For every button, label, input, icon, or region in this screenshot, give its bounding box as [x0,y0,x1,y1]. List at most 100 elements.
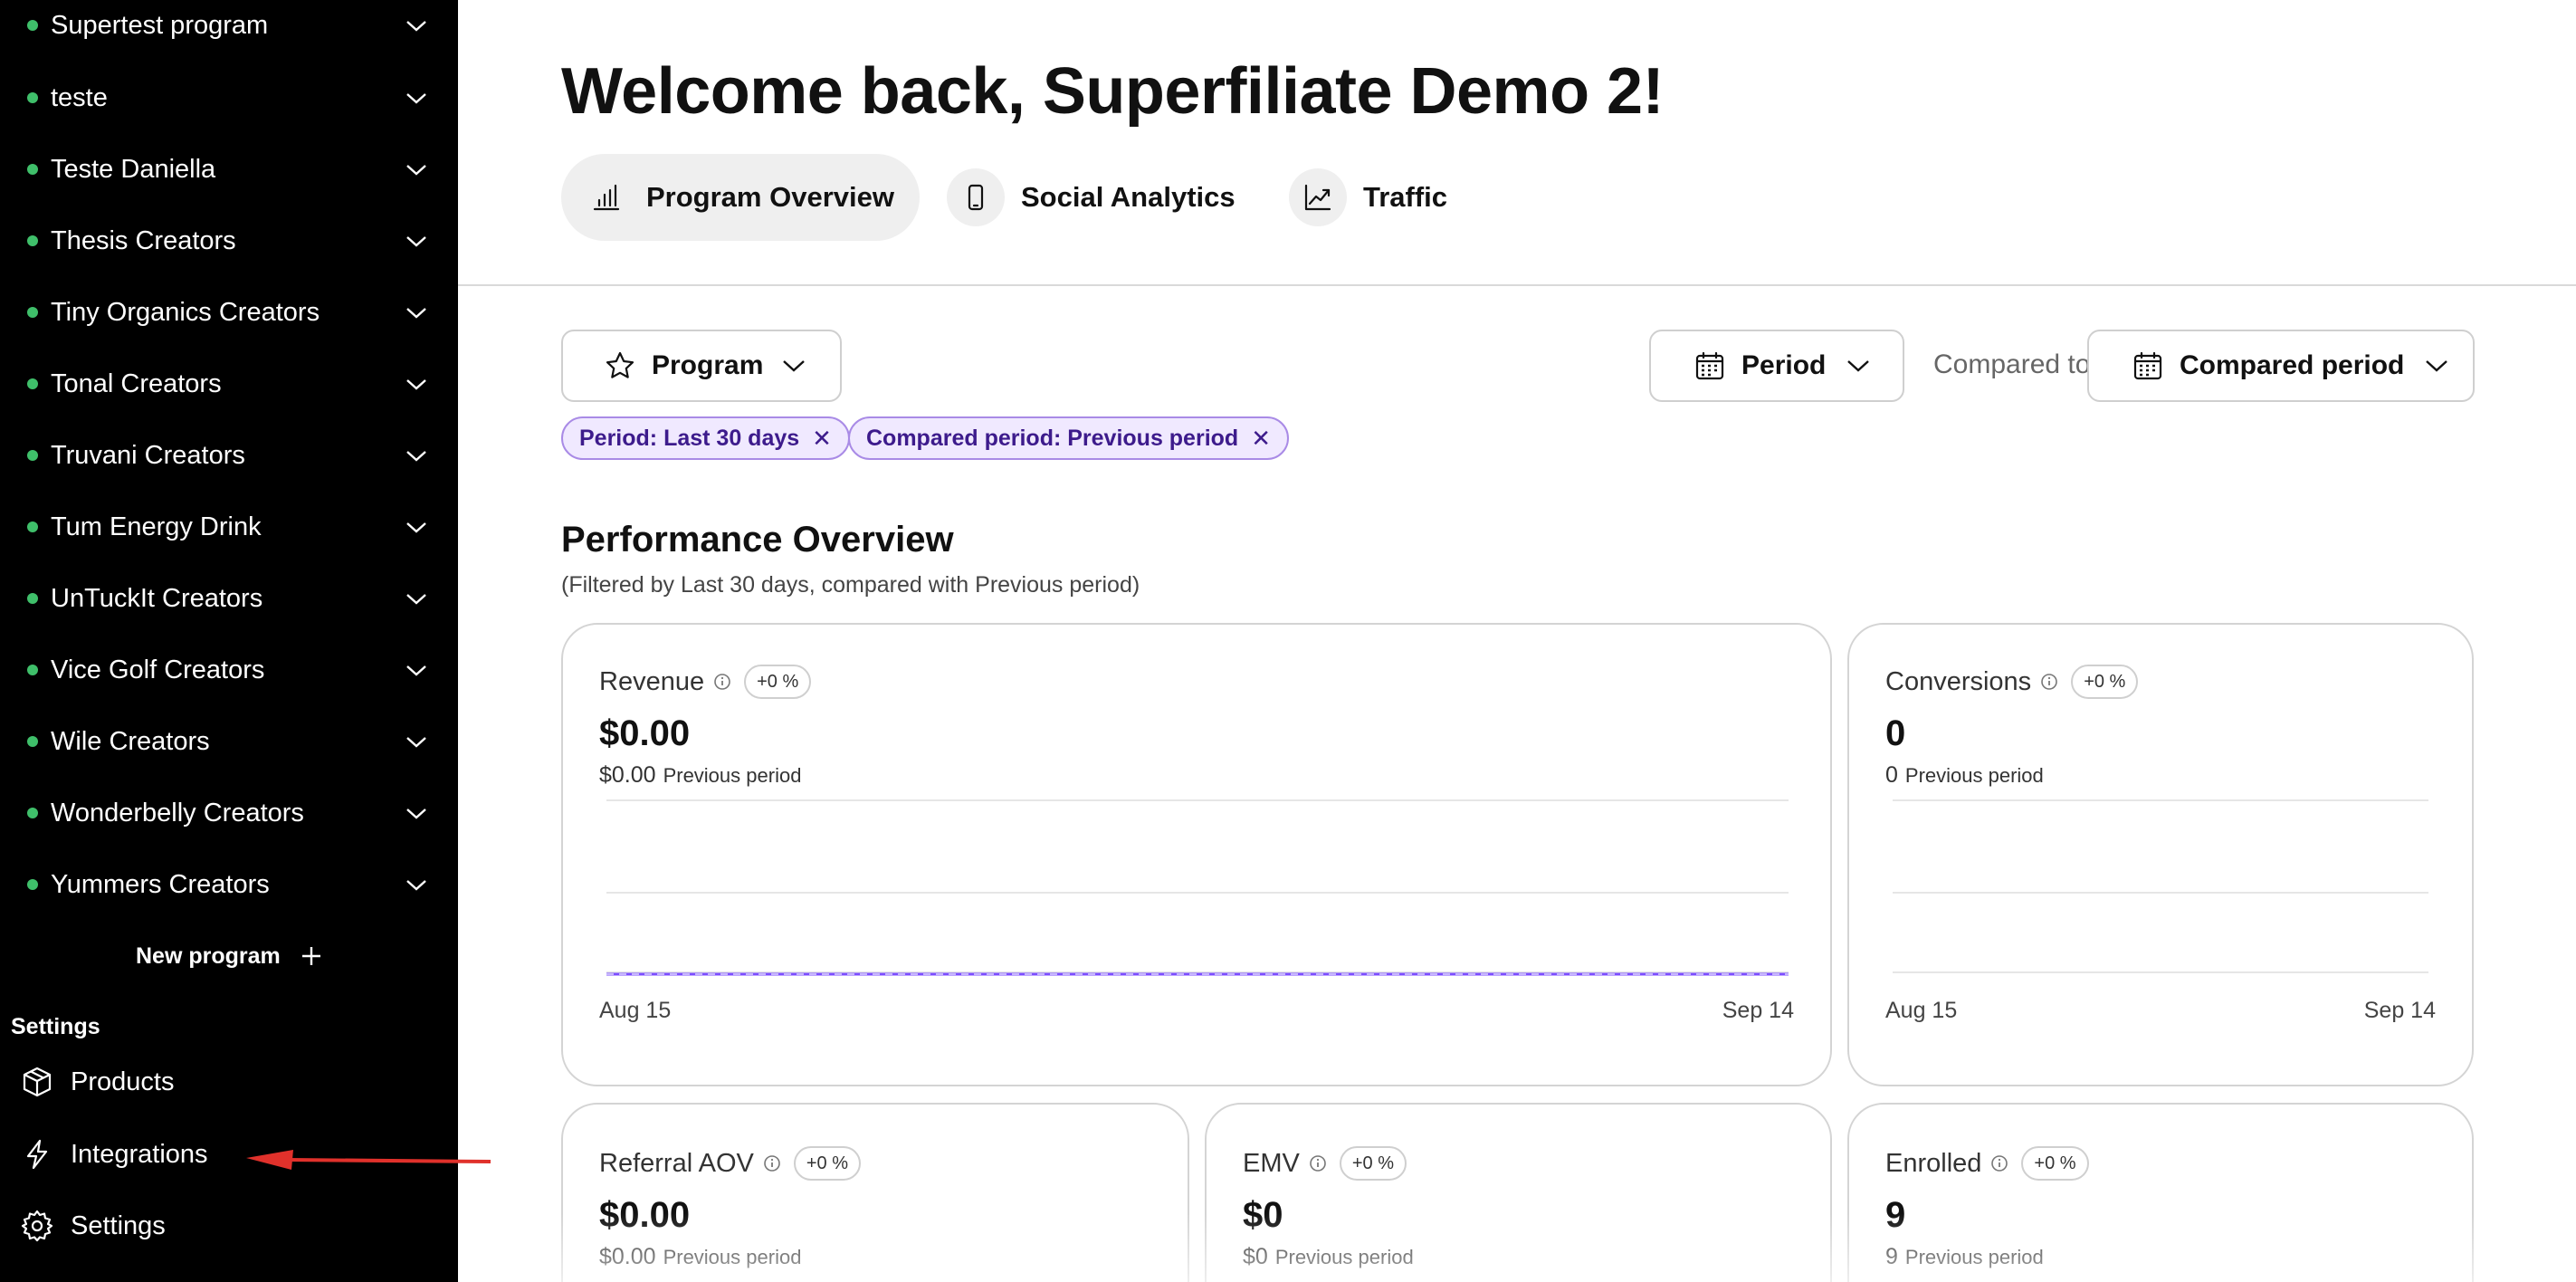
chevron-down-icon[interactable] [404,732,429,751]
program-item[interactable]: Tonal Creators [0,357,458,411]
chevron-down-icon[interactable] [404,804,429,822]
program-item[interactable]: teste [0,71,458,125]
phone-icon [947,168,1005,226]
period-filter-button[interactable]: Period [1649,330,1904,402]
lightning-icon [26,1139,48,1170]
program-filter-button[interactable]: Program [561,330,842,402]
card-label: EMV [1243,1148,1300,1178]
program-label: UnTuckIt Creators [51,583,263,613]
metric-value: $0.00 [599,1195,691,1235]
sidebar-item-settings[interactable]: Settings [20,1206,166,1246]
metric-value: $0 [1243,1195,1283,1235]
sidebar-item-integrations[interactable]: Integrations [20,1134,208,1174]
close-icon[interactable]: ✕ [1251,425,1271,453]
program-label: Truvani Creators [51,440,245,470]
previous-label: Previous period [663,1246,802,1268]
sidebar-item-products[interactable]: Products [20,1062,174,1102]
revenue-chart [606,799,1789,976]
program-item[interactable]: Truvani Creators [0,428,458,483]
program-label: Teste Daniella [51,154,216,184]
info-icon[interactable] [763,1154,781,1172]
program-item[interactable]: Wonderbelly Creators [0,786,458,840]
program-label: teste [51,82,108,112]
program-label: Vice Golf Creators [51,655,265,684]
chevron-down-icon[interactable] [404,661,429,679]
sidebar: Supertest program teste Teste Daniella T… [0,0,458,1282]
info-icon[interactable] [2040,673,2058,691]
sidebar-item-label: Integrations [71,1139,208,1169]
status-dot [27,736,38,747]
chevron-down-icon[interactable] [404,160,429,178]
bar-chart-icon [587,168,626,226]
chevron-down-icon[interactable] [404,16,429,34]
enrolled-card: Enrolled +0 % 9 9 Previous period [1847,1103,2474,1282]
program-label: Supertest program [51,10,269,40]
section-title: Performance Overview [561,520,954,560]
period-chip: Period: Last 30 days ✕ [561,416,850,460]
program-item[interactable]: Tum Energy Drink [0,500,458,554]
tab-program-overview[interactable]: Program Overview [561,154,920,241]
chevron-down-icon[interactable] [404,232,429,250]
close-icon[interactable]: ✕ [812,425,832,453]
metric-value: 9 [1885,1195,1906,1235]
program-item[interactable]: Teste Daniella [0,142,458,196]
chevron-down-icon[interactable] [404,303,429,321]
metric-value: 0 [1885,713,1906,753]
previous-label: Previous period [663,764,802,787]
previous-label: Previous period [1904,1246,2044,1268]
status-dot [27,593,38,604]
chevron-down-icon[interactable] [404,89,429,107]
info-icon[interactable] [1990,1154,2008,1172]
program-item[interactable]: Yummers Creators [0,857,458,912]
status-dot [27,20,38,31]
previous-label: Previous period [1274,1246,1414,1268]
emv-card: EMV +0 % $0 $0 Previous period [1205,1103,1832,1282]
compared-period-filter-button[interactable]: Compared period [2087,330,2475,402]
status-dot [27,235,38,246]
card-label: Enrolled [1885,1148,1982,1178]
referral-aov-card: Referral AOV +0 % $0.00 $0.00 Previous p… [561,1103,1189,1282]
sidebar-item-label: Settings [71,1210,166,1240]
info-icon[interactable] [713,673,731,691]
previous-value: $0 [1243,1244,1268,1269]
conversions-chart [1893,799,2428,973]
card-label: Conversions [1885,666,2032,696]
chip-label: Period: Last 30 days [579,425,800,451]
program-label: Thesis Creators [51,225,236,255]
info-icon[interactable] [1309,1154,1327,1172]
previous-label: Previous period [1904,764,2044,787]
chevron-down-icon[interactable] [404,446,429,464]
annotation-arrow [246,1150,491,1170]
program-item[interactable]: UnTuckIt Creators [0,571,458,626]
page-title: Welcome back, Superfiliate Demo 2! [561,55,1665,128]
change-badge: +0 % [1339,1146,1407,1181]
program-item[interactable]: Tiny Organics Creators [0,285,458,340]
status-dot [27,307,38,318]
program-label: Yummers Creators [51,869,270,899]
program-item[interactable]: Vice Golf Creators [0,643,458,697]
x-axis-start: Aug 15 [1885,998,1958,1023]
status-dot [27,378,38,389]
change-badge: +0 % [2071,665,2139,699]
status-dot [27,808,38,818]
settings-heading: Settings [11,1014,100,1039]
chevron-down-icon[interactable] [404,589,429,608]
status-dot [27,164,38,175]
conversions-card: Conversions +0 % 0 0 Previous period Aug… [1847,623,2474,1086]
header-divider [458,284,2576,286]
chevron-down-icon [1847,360,1870,372]
chevron-down-icon[interactable] [404,375,429,393]
status-dot [27,92,38,103]
tab-traffic[interactable]: Traffic [1289,154,1470,241]
tab-social-analytics[interactable]: Social Analytics [947,154,1245,241]
program-item[interactable]: Wile Creators [0,714,458,769]
new-program-button[interactable]: New program [136,940,322,972]
trend-up-icon [1289,168,1347,226]
chevron-down-icon[interactable] [404,875,429,894]
program-item[interactable]: Supertest program [0,0,458,53]
chevron-down-icon[interactable] [404,518,429,536]
program-item[interactable]: Thesis Creators [0,214,458,268]
chevron-down-icon [783,360,806,372]
gear-icon [21,1210,53,1242]
period-filter-label: Period [1741,350,1827,380]
